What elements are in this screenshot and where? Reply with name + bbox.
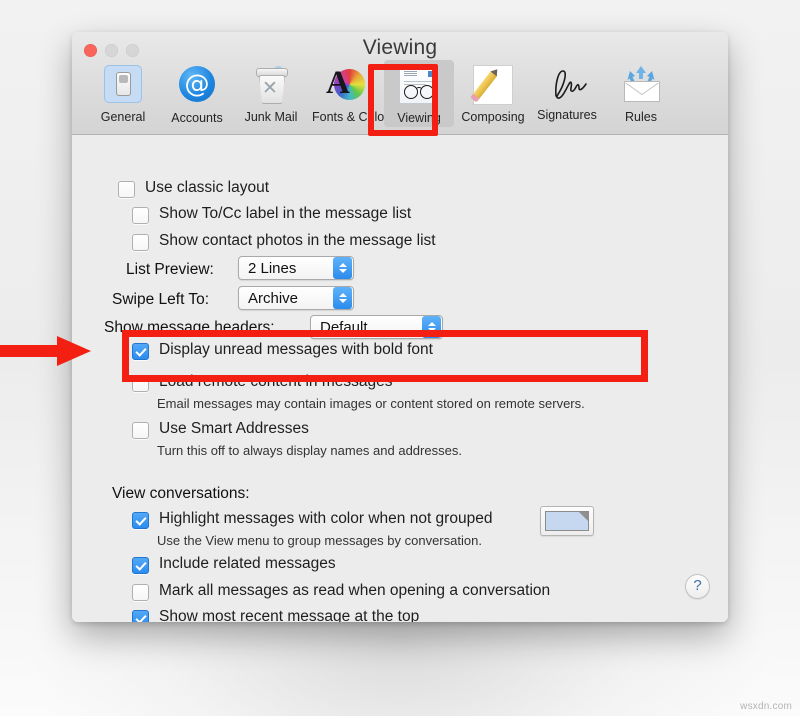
setting-load-remote-content[interactable]: Load remote content in messages [132, 373, 393, 392]
show-message-headers-stepper-icon[interactable] [422, 316, 441, 338]
use-smart-addresses-label: Use Smart Addresses [159, 420, 309, 437]
general-switch-icon [102, 65, 144, 107]
show-contact-photos-checkbox[interactable] [132, 234, 149, 251]
window-titlebar: Viewing General @ Accounts ✕ Junk Mail A… [72, 32, 728, 135]
setting-highlight-with-color[interactable]: Highlight messages with color when not g… [132, 510, 492, 529]
toolbar-tab-fonts-colors-label: Fonts & Colors [312, 110, 395, 124]
toolbar-tab-fonts-colors[interactable]: A Fonts & Colors [310, 60, 395, 126]
window-title: Viewing [362, 36, 438, 59]
swipe-left-to-select[interactable]: Archive [238, 286, 354, 310]
toolbar-tab-general-label: General [100, 110, 146, 124]
show-tocc-label-checkbox[interactable] [132, 207, 149, 224]
display-unread-bold-checkbox[interactable] [132, 343, 149, 360]
load-remote-content-checkbox[interactable] [132, 375, 149, 392]
viewing-preferences-pane: Use classic layout Show To/Cc label in t… [72, 135, 728, 622]
at-sign-icon: @ [176, 66, 218, 108]
show-message-headers-label: Show message headers: [104, 319, 275, 336]
toolbar-tab-rules[interactable]: Rules [606, 60, 676, 126]
envelope-arrows-icon [620, 65, 662, 107]
show-most-recent-checkbox[interactable] [132, 610, 149, 622]
setting-include-related[interactable]: Include related messages [132, 555, 336, 574]
show-message-headers-value: Default [320, 318, 368, 336]
toolbar-tab-viewing[interactable]: Viewing [384, 60, 454, 127]
toolbar-tab-viewing-label: Viewing [397, 111, 441, 125]
conversation-color-swatch [545, 511, 589, 531]
help-button[interactable]: ? [685, 574, 710, 599]
list-preview-select[interactable]: 2 Lines [238, 256, 354, 280]
use-smart-addresses-note: Turn this off to always display names an… [157, 443, 462, 458]
list-preview-label: List Preview: [126, 261, 214, 278]
toolbar-tab-signatures[interactable]: Signatures [532, 60, 602, 124]
swipe-left-to-label: Swipe Left To: [112, 291, 210, 308]
toolbar-tab-composing-label: Composing [461, 110, 525, 124]
eyeglasses-icon [398, 66, 440, 108]
swipe-left-to-stepper-icon[interactable] [333, 287, 352, 309]
setting-show-contact-photos[interactable]: Show contact photos in the message list [132, 232, 436, 251]
font-colorwheel-icon: A [324, 65, 366, 107]
display-unread-bold-label: Display unread messages with bold font [159, 341, 433, 358]
list-preview-stepper-icon[interactable] [333, 257, 352, 279]
handwriting-icon [546, 63, 588, 105]
preferences-toolbar: General @ Accounts ✕ Junk Mail A Fonts &… [72, 60, 728, 127]
toolbar-tab-signatures-label: Signatures [537, 108, 597, 122]
toolbar-tab-general[interactable]: General [88, 60, 158, 126]
trash-can-icon: ✕ [250, 65, 292, 107]
conversation-color-well[interactable] [540, 506, 594, 536]
setting-mark-all-read[interactable]: Mark all messages as read when opening a… [132, 582, 550, 601]
mark-all-read-label: Mark all messages as read when opening a… [159, 582, 551, 599]
toolbar-tab-junk-mail-label: Junk Mail [244, 110, 298, 124]
setting-show-most-recent[interactable]: Show most recent message at the top [132, 608, 419, 622]
pencil-paper-icon [472, 65, 514, 107]
watermark-text: wsxdn.com [740, 701, 792, 712]
use-classic-layout-checkbox[interactable] [118, 181, 135, 198]
toolbar-tab-rules-label: Rules [625, 110, 657, 124]
include-related-label: Include related messages [159, 555, 336, 572]
highlight-with-color-checkbox[interactable] [132, 512, 149, 529]
load-remote-content-note: Email messages may contain images or con… [157, 396, 585, 411]
setting-display-unread-bold[interactable]: Display unread messages with bold font [132, 341, 433, 360]
toolbar-tab-accounts-label: Accounts [171, 111, 223, 125]
toolbar-tab-accounts[interactable]: @ Accounts [162, 60, 232, 127]
show-message-headers-select[interactable]: Default [310, 315, 443, 339]
use-classic-layout-label: Use classic layout [145, 179, 270, 196]
handwriting-glyph [555, 70, 587, 99]
list-preview-value: 2 Lines [248, 259, 297, 277]
setting-show-tocc-label[interactable]: Show To/Cc label in the message list [132, 205, 411, 224]
mark-all-read-checkbox[interactable] [132, 584, 149, 601]
highlight-with-color-note: Use the View menu to group messages by c… [157, 533, 482, 548]
highlight-with-color-label: Highlight messages with color when not g… [159, 510, 493, 527]
setting-use-smart-addresses[interactable]: Use Smart Addresses [132, 420, 309, 439]
setting-use-classic-layout[interactable]: Use classic layout [118, 179, 269, 198]
include-related-checkbox[interactable] [132, 557, 149, 574]
mail-preferences-window: Viewing General @ Accounts ✕ Junk Mail A… [72, 32, 728, 622]
swipe-left-to-value: Archive [248, 289, 299, 307]
toolbar-tab-composing[interactable]: Composing [458, 60, 528, 126]
use-smart-addresses-checkbox[interactable] [132, 422, 149, 439]
annotation-arrow-pointer [0, 336, 91, 366]
load-remote-content-label: Load remote content in messages [159, 373, 393, 390]
view-conversations-heading: View conversations: [112, 485, 250, 502]
show-contact-photos-label: Show contact photos in the message list [159, 232, 436, 249]
show-tocc-label-label: Show To/Cc label in the message list [159, 205, 412, 222]
show-most-recent-label: Show most recent message at the top [159, 608, 420, 622]
toolbar-tab-junk-mail[interactable]: ✕ Junk Mail [236, 60, 306, 126]
